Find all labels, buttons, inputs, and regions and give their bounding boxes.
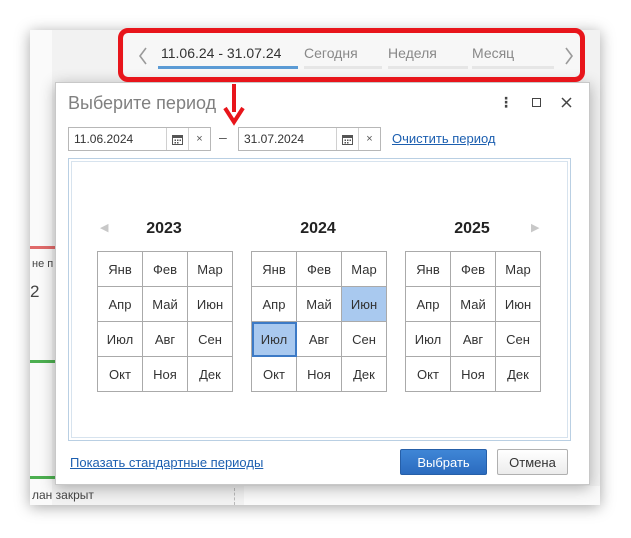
period-navigation-bar: 11.06.24 - 31.07.24 Сегодня Неделя Месяц	[124, 33, 584, 78]
month-grid-2024: Янв Фев Мар Апр Май Июн Июл Авг Сен Окт Ноя Дек	[251, 251, 387, 392]
end-date-value: 31.07.2024	[244, 132, 305, 146]
period-tab-week[interactable]: Неделя	[388, 45, 468, 69]
background-text-plan: не п	[32, 258, 54, 270]
chevron-left-icon[interactable]	[132, 33, 154, 78]
background-text-plan-closed: лан закрыт	[32, 488, 94, 502]
month-grid-2025: Янв Фев Мар Апр Май Июн Июл Авг Сен Окт Ноя Дек	[405, 251, 541, 392]
background-dashed-divider	[234, 488, 235, 505]
month-cell[interactable]: Июн	[188, 287, 233, 322]
month-cell[interactable]: Дек	[188, 357, 233, 392]
month-cell[interactable]: Окт	[98, 357, 143, 392]
calendar-icon[interactable]	[336, 128, 358, 150]
background-green-status-line	[30, 476, 56, 479]
month-cell[interactable]: Дек	[496, 357, 541, 392]
month-cell[interactable]: Янв	[406, 252, 451, 287]
month-cell[interactable]: Авг	[451, 322, 496, 357]
month-cell[interactable]: Янв	[252, 252, 297, 287]
month-cell[interactable]: Окт	[406, 357, 451, 392]
tab-underline	[304, 66, 382, 69]
tab-underline	[388, 66, 468, 69]
month-cell[interactable]: Авг	[143, 322, 188, 357]
chevron-right-icon[interactable]	[558, 33, 580, 78]
clear-date-icon[interactable]: ×	[358, 128, 380, 150]
month-grid-2023: Янв Фев Мар Апр Май Июн Июл Авг Сен Окт Ноя Дек	[97, 251, 233, 392]
date-range-separator: –	[219, 129, 227, 145]
clear-period-link[interactable]: Очистить период	[392, 131, 496, 146]
month-cell[interactable]: Апр	[406, 287, 451, 322]
month-cell[interactable]: Мар	[496, 252, 541, 287]
background-red-status-line	[30, 246, 56, 249]
month-cell[interactable]: Июл	[406, 322, 451, 357]
month-cell-selected[interactable]: Июл	[252, 322, 297, 357]
month-cell[interactable]: Апр	[98, 287, 143, 322]
background-bottom-strip	[244, 486, 600, 505]
month-cell[interactable]: Мар	[342, 252, 387, 287]
start-date-value: 11.06.2024	[74, 132, 134, 146]
tab-underline	[472, 66, 554, 69]
year-label-2024: 2024	[300, 220, 336, 237]
month-cell[interactable]: Май	[451, 287, 496, 322]
month-cell[interactable]: Дек	[342, 357, 387, 392]
month-calendar-area: ◀ ▶ 2023 2024 2025 Янв Фев Мар Апр Май Июн Июл…	[68, 158, 571, 441]
period-tab-current-range[interactable]: 11.06.24 - 31.07.24	[158, 45, 298, 69]
period-tab-month[interactable]: Месяц	[472, 45, 554, 69]
dialog-title: Выберите период	[68, 93, 217, 113]
month-cell[interactable]: Ноя	[297, 357, 342, 392]
cancel-button[interactable]: Отмена	[497, 449, 568, 475]
close-icon[interactable]	[556, 91, 576, 113]
month-cell[interactable]: Фев	[451, 252, 496, 287]
start-date-field[interactable]: 11.06.2024 ×	[68, 127, 211, 151]
month-cell[interactable]: Сен	[496, 322, 541, 357]
month-cell[interactable]: Янв	[98, 252, 143, 287]
month-cell-selected[interactable]: Июн	[342, 287, 387, 322]
period-tab-today[interactable]: Сегодня	[304, 45, 382, 69]
month-cell[interactable]: Май	[143, 287, 188, 322]
month-cell[interactable]: Окт	[252, 357, 297, 392]
month-cell[interactable]: Сен	[342, 322, 387, 357]
background-green-status-line	[30, 360, 56, 363]
month-cell[interactable]: Июл	[98, 322, 143, 357]
year-label-2025: 2025	[454, 220, 490, 237]
month-cell[interactable]: Фев	[143, 252, 188, 287]
background-number: 2	[30, 282, 40, 301]
month-cell[interactable]: Ноя	[451, 357, 496, 392]
red-down-arrow-icon	[223, 84, 245, 126]
end-date-field[interactable]: 31.07.2024 ×	[238, 127, 381, 151]
active-tab-underline	[158, 66, 298, 69]
calendar-icon[interactable]	[166, 128, 188, 150]
month-cell[interactable]: Авг	[297, 322, 342, 357]
maximize-icon[interactable]	[526, 91, 546, 113]
show-standard-periods-link[interactable]: Показать стандартные периоды	[70, 455, 263, 470]
month-cell[interactable]: Июн	[496, 287, 541, 322]
select-period-dialog: Выберите период ⋮ 11.06.2024 × – 31.07.2…	[55, 82, 590, 485]
month-cell[interactable]: Май	[297, 287, 342, 322]
clear-date-icon[interactable]: ×	[188, 128, 210, 150]
month-cell[interactable]: Апр	[252, 287, 297, 322]
month-cell[interactable]: Фев	[297, 252, 342, 287]
more-options-icon[interactable]: ⋮	[496, 91, 516, 113]
select-button[interactable]: Выбрать	[400, 449, 487, 475]
year-label-2023: 2023	[146, 220, 182, 237]
month-cell[interactable]: Ноя	[143, 357, 188, 392]
month-cell[interactable]: Сен	[188, 322, 233, 357]
month-cell[interactable]: Мар	[188, 252, 233, 287]
